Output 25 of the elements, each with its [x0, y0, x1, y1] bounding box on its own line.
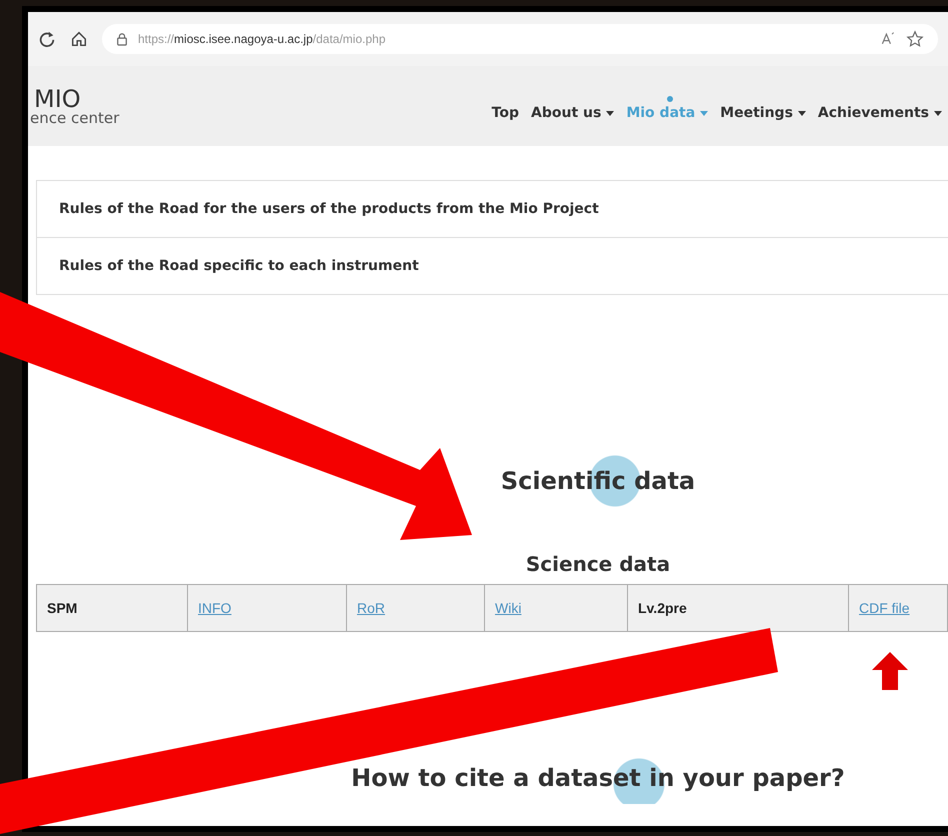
- lock-icon: [116, 32, 128, 46]
- address-bar[interactable]: https://miosc.isee.nagoya-u.ac.jp/data/mio.php: [102, 24, 938, 54]
- nav-link[interactable]: About us: [531, 95, 614, 121]
- caret-icon: [606, 110, 614, 116]
- site-tagline: ence center: [30, 110, 120, 126]
- accordion-item[interactable]: Rules of the Road for the users of the products from the Mio Project: [37, 181, 948, 238]
- table-title: Science data: [524, 552, 672, 576]
- caret-icon: [700, 110, 708, 116]
- nav-link[interactable]: Top: [492, 95, 520, 121]
- star-icon[interactable]: [906, 30, 924, 48]
- active-dot-icon: [667, 96, 674, 102]
- accordion-item[interactable]: Rules of the Road specific to each instrument: [37, 238, 948, 294]
- nav-link[interactable]: Meetings: [720, 95, 806, 121]
- annotation-arrow: [872, 652, 908, 690]
- site-logo[interactable]: MIO: [34, 86, 120, 110]
- caret-icon: [934, 110, 942, 116]
- table-cell: Lv.2pre: [628, 584, 848, 632]
- url-text: https://miosc.isee.nagoya-u.ac.jp/data/mio.php: [138, 32, 386, 46]
- nav-link[interactable]: Achievements: [818, 95, 942, 121]
- table-cell: SPM: [36, 584, 188, 632]
- read-aloud-icon[interactable]: [880, 31, 896, 47]
- reload-icon[interactable]: [38, 30, 56, 48]
- home-icon[interactable]: [70, 30, 88, 48]
- caret-icon: [798, 110, 806, 116]
- section-title: Scientific data: [500, 455, 696, 507]
